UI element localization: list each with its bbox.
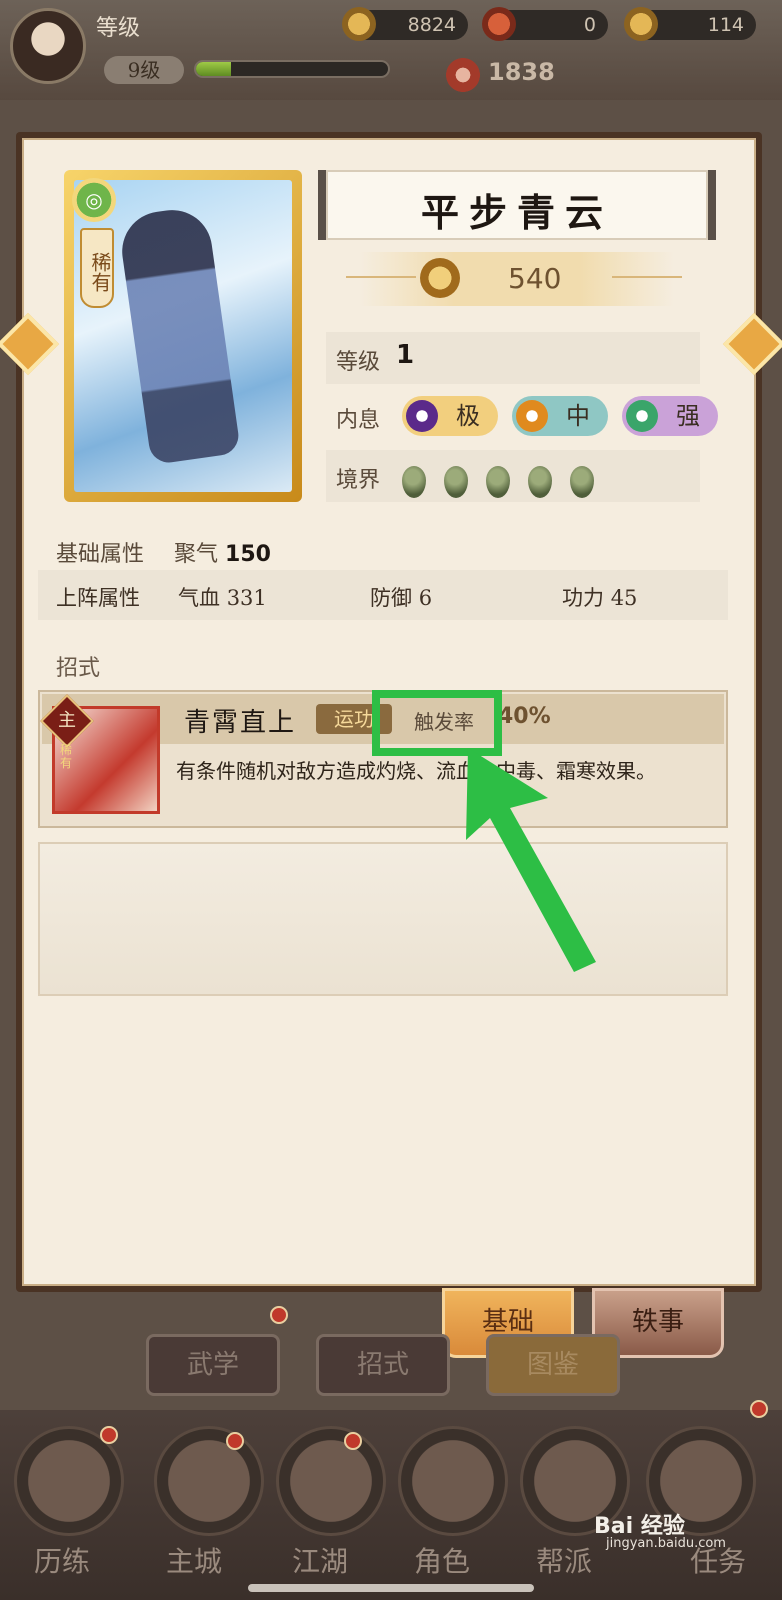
dock-label-jianghu: 江湖 [292,1545,349,1578]
subtab-codex[interactable]: 图鉴 [486,1334,620,1396]
dock-city-icon[interactable] [154,1426,264,1536]
dock-jianghu-icon[interactable] [276,1426,386,1536]
home-indicator[interactable] [248,1584,534,1592]
notification-dot [344,1432,362,1450]
dock-label-training: 历练 [34,1545,91,1578]
dock-label-character: 角色 [414,1545,471,1578]
notification-dot [270,1306,288,1324]
subtab-moves[interactable]: 招式 [316,1334,450,1396]
dock-label-guild: 帮派 [536,1545,593,1578]
notification-dot [226,1432,244,1450]
notification-dot [750,1400,768,1418]
notification-dot [100,1426,118,1444]
dock-character-icon[interactable] [398,1426,508,1536]
dock-label-city: 主城 [166,1545,223,1578]
subtab-martial[interactable]: 武学 [146,1334,280,1396]
watermark-url: jingyan.baidu.com [606,1536,726,1551]
